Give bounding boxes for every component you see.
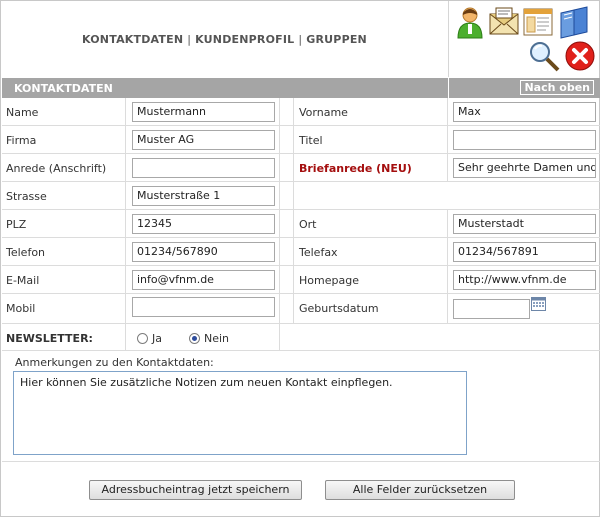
nav-kundenprofil[interactable]: KUNDENPROFIL — [195, 33, 294, 46]
strasse-field[interactable]: Musterstraße 1 — [132, 186, 275, 206]
close-icon[interactable] — [563, 39, 597, 73]
form-row: Name Mustermann Vorname Max — [2, 98, 600, 126]
toolbar-icons — [448, 1, 600, 77]
newsletter-option-ja[interactable]: Ja — [137, 332, 162, 345]
radio-nein-label: Nein — [204, 332, 230, 345]
contact-form-frame: KONTAKTDATEN | KUNDENPROFIL | GRUPPEN KO… — [0, 0, 600, 517]
radio-ja[interactable] — [137, 333, 148, 344]
user-icon[interactable] — [453, 5, 487, 39]
mail-icon[interactable] — [487, 5, 521, 39]
form-row: Strasse Musterstraße 1 — [2, 182, 600, 210]
notes-label: Anmerkungen zu den Kontaktdaten: — [15, 356, 214, 369]
form-row: Mobil Geburtsdatum — [2, 294, 600, 324]
nav-separator: | — [298, 32, 303, 46]
divider — [2, 461, 600, 462]
firma-field[interactable]: Muster AG — [132, 130, 275, 150]
radio-nein[interactable] — [189, 333, 200, 344]
titel-label: Titel — [299, 134, 323, 147]
ort-field[interactable]: Musterstadt — [453, 214, 596, 234]
firma-label: Firma — [6, 134, 37, 147]
radio-ja-label: Ja — [152, 332, 162, 345]
ort-label: Ort — [299, 218, 317, 231]
telefon-label: Telefon — [6, 246, 46, 259]
nav-separator: | — [187, 32, 192, 46]
section-header: KONTAKTDATEN Nach oben — [2, 78, 600, 98]
form-row: Firma Muster AG Titel — [2, 126, 600, 154]
save-button[interactable]: Adressbucheintrag jetzt speichern — [89, 480, 302, 500]
nav-gruppen[interactable]: GRUPPEN — [306, 33, 367, 46]
form-row: PLZ 12345 Ort Musterstadt — [2, 210, 600, 238]
telefax-label: Telefax — [299, 246, 338, 259]
geburtsdatum-field[interactable] — [453, 299, 530, 319]
mobil-label: Mobil — [6, 302, 36, 315]
plz-field[interactable]: 12345 — [132, 214, 275, 234]
plz-label: PLZ — [6, 218, 27, 231]
form-row: Telefon 01234/567890 Telefax 01234/56789… — [2, 238, 600, 266]
nav-kontaktdaten[interactable]: KONTAKTDATEN — [82, 33, 183, 46]
back-to-top-link[interactable]: Nach oben — [520, 80, 594, 95]
notes-textarea[interactable]: Hier können Sie zusätzliche Notizen zum … — [13, 371, 467, 455]
newsletter-row: NEWSLETTER: Ja Nein — [2, 324, 600, 351]
top-nav: KONTAKTDATEN | KUNDENPROFIL | GRUPPEN — [1, 1, 448, 77]
calendar-icon[interactable] — [531, 297, 546, 311]
newsletter-label: NEWSLETTER: — [6, 332, 93, 345]
form-row: E-Mail info@vfnm.de Homepage http://www.… — [2, 266, 600, 294]
email-label: E-Mail — [6, 274, 40, 287]
homepage-field[interactable]: http://www.vfnm.de — [453, 270, 596, 290]
briefanrede-field[interactable]: Sehr geehrte Damen und Herren — [453, 158, 596, 178]
reset-button[interactable]: Alle Felder zurücksetzen — [325, 480, 515, 500]
vorname-label: Vorname — [299, 106, 348, 119]
telefax-field[interactable]: 01234/567891 — [453, 242, 596, 262]
section-title: KONTAKTDATEN — [14, 82, 113, 95]
contact-form: Name Mustermann Vorname Max Firma Muster… — [2, 98, 600, 351]
vorname-field[interactable]: Max — [453, 102, 596, 122]
anrede-field[interactable] — [132, 158, 275, 178]
name-label: Name — [6, 106, 39, 119]
anrede-label: Anrede (Anschrift) — [6, 162, 107, 175]
name-field[interactable]: Mustermann — [132, 102, 275, 122]
briefanrede-label: Briefanrede (NEU) — [299, 162, 412, 175]
window-icon[interactable] — [521, 5, 555, 39]
section-divider — [448, 78, 449, 98]
email-field[interactable]: info@vfnm.de — [132, 270, 275, 290]
form-row: Anrede (Anschrift) Briefanrede (NEU) Seh… — [2, 154, 600, 182]
geburtsdatum-label: Geburtsdatum — [299, 302, 379, 315]
mobil-field[interactable] — [132, 297, 275, 317]
telefon-field[interactable]: 01234/567890 — [132, 242, 275, 262]
homepage-label: Homepage — [299, 274, 359, 287]
newsletter-option-nein[interactable]: Nein — [189, 332, 229, 345]
search-icon[interactable] — [527, 39, 561, 73]
titel-field[interactable] — [453, 130, 596, 150]
book-icon[interactable] — [557, 5, 591, 39]
strasse-label: Strasse — [6, 190, 47, 203]
